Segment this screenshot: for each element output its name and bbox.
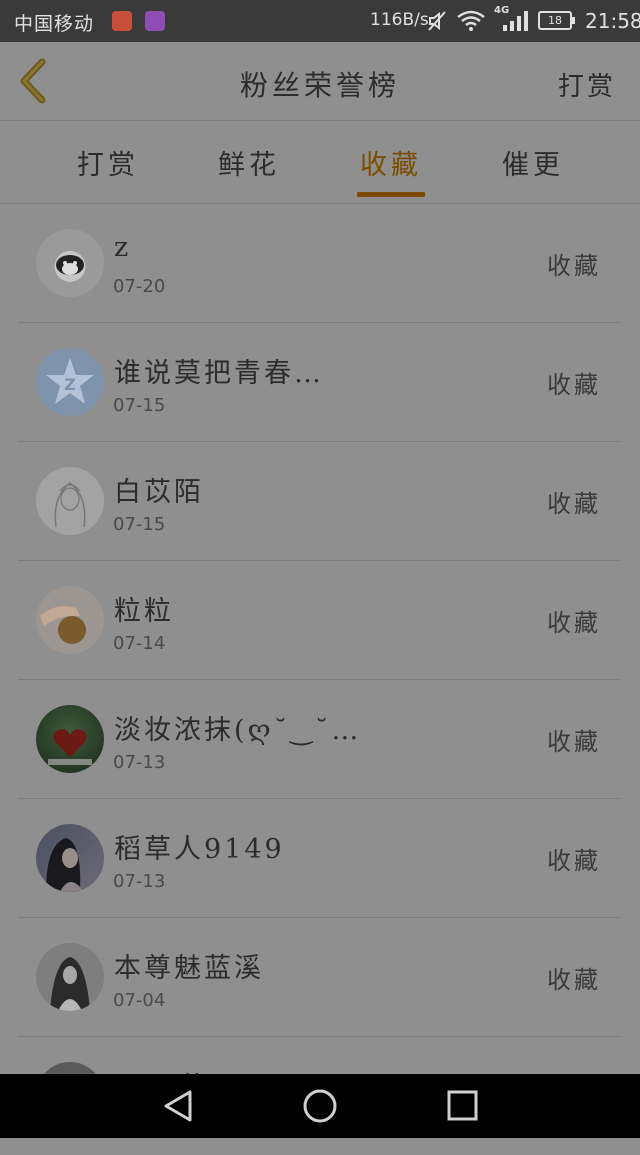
action-label: 收藏 (547, 966, 601, 994)
list-item[interactable]: 淡妆浓抹(ღ˘‿˘… 07-13 收藏 (18, 680, 621, 799)
fan-name: 粒粒 (114, 596, 174, 627)
qq-default-avatar: Z (36, 348, 104, 416)
husky-avatar (36, 229, 104, 297)
svg-text:Z: Z (64, 375, 76, 394)
wifi-icon (457, 10, 485, 31)
fan-name: 淡妆浓抹(ღ˘‿˘… (114, 715, 362, 746)
anime-girl-avatar (36, 943, 104, 1011)
sketch-girl-avatar (36, 467, 104, 535)
mail-app-icon (112, 11, 132, 31)
carrier-label: 中国移动 (14, 13, 95, 35)
list-item[interactable]: 白苡陌 07-15 收藏 (18, 442, 621, 561)
system-nav-bar (0, 1074, 640, 1138)
fan-date: 07-15 (113, 395, 166, 416)
list-item[interactable]: 粒粒 07-14 收藏 (18, 561, 621, 680)
clock: 21:58 (585, 9, 640, 33)
page-title: 粉丝荣誉榜 (239, 69, 400, 102)
list-item[interactable]: Z 谁说莫把青春… 07-15 收藏 (18, 323, 621, 442)
action-label: 收藏 (547, 847, 601, 875)
mute-icon (428, 11, 446, 31)
triangle-back-icon (164, 1090, 192, 1122)
gallery-app-icon (145, 11, 165, 31)
status-bar: 中国移动 116B/s 4G 18 21:58 (0, 0, 640, 42)
fan-date: 07-13 (113, 871, 166, 892)
nav-home-button[interactable] (300, 1088, 340, 1124)
square-recents-icon (447, 1090, 478, 1121)
fan-date: 07-14 (113, 633, 166, 654)
action-label: 收藏 (547, 371, 601, 399)
header: 粉丝荣誉榜 打赏 (0, 42, 640, 121)
fan-date: 07-13 (113, 752, 166, 773)
action-label: 收藏 (547, 252, 601, 280)
fan-name: 稻草人9149 (114, 834, 285, 865)
list-item[interactable]: 稻草人9149 07-13 收藏 (18, 799, 621, 918)
action-label: 收藏 (547, 728, 601, 756)
nav-recents-button[interactable] (442, 1088, 482, 1124)
action-label: 收藏 (547, 490, 601, 518)
girl-portrait-avatar (36, 824, 104, 892)
list-item[interactable]: z 07-20 收藏 (18, 204, 621, 323)
tip-button[interactable]: 打赏 (558, 66, 616, 103)
signal-icon (503, 11, 528, 31)
tab-flowers[interactable]: 鲜花 (209, 143, 289, 182)
active-tab-indicator (357, 192, 425, 197)
red-heart-avatar (36, 705, 104, 773)
battery-indicator: 18 (538, 11, 575, 30)
fan-name: z (114, 232, 132, 263)
fan-name: 本尊魅蓝溪 (114, 953, 264, 984)
action-label: 收藏 (547, 609, 601, 637)
fan-date: 07-04 (113, 990, 166, 1011)
tab-favorites[interactable]: 收藏 (351, 143, 431, 182)
nav-back-button[interactable] (158, 1088, 198, 1124)
network-speed: 116B/s (370, 10, 429, 30)
hand-fruit-avatar (36, 586, 104, 654)
list-item[interactable]: 本尊魅蓝溪 07-04 收藏 (18, 918, 621, 1037)
fan-list: z 07-20 收藏 Z 谁说莫把青春… 07-15 收藏 白苡陌 07-15 … (0, 204, 640, 1155)
fan-date: 07-20 (113, 276, 166, 297)
fan-name: 谁说莫把青春… (114, 358, 324, 389)
tab-tip[interactable]: 打赏 (68, 143, 148, 182)
circle-home-icon (303, 1089, 337, 1123)
fan-name: 白苡陌 (114, 477, 204, 508)
tab-bar: 打赏 鲜花 收藏 催更 (0, 121, 640, 204)
tab-urge[interactable]: 催更 (493, 143, 573, 182)
fan-date: 07-15 (113, 514, 166, 535)
